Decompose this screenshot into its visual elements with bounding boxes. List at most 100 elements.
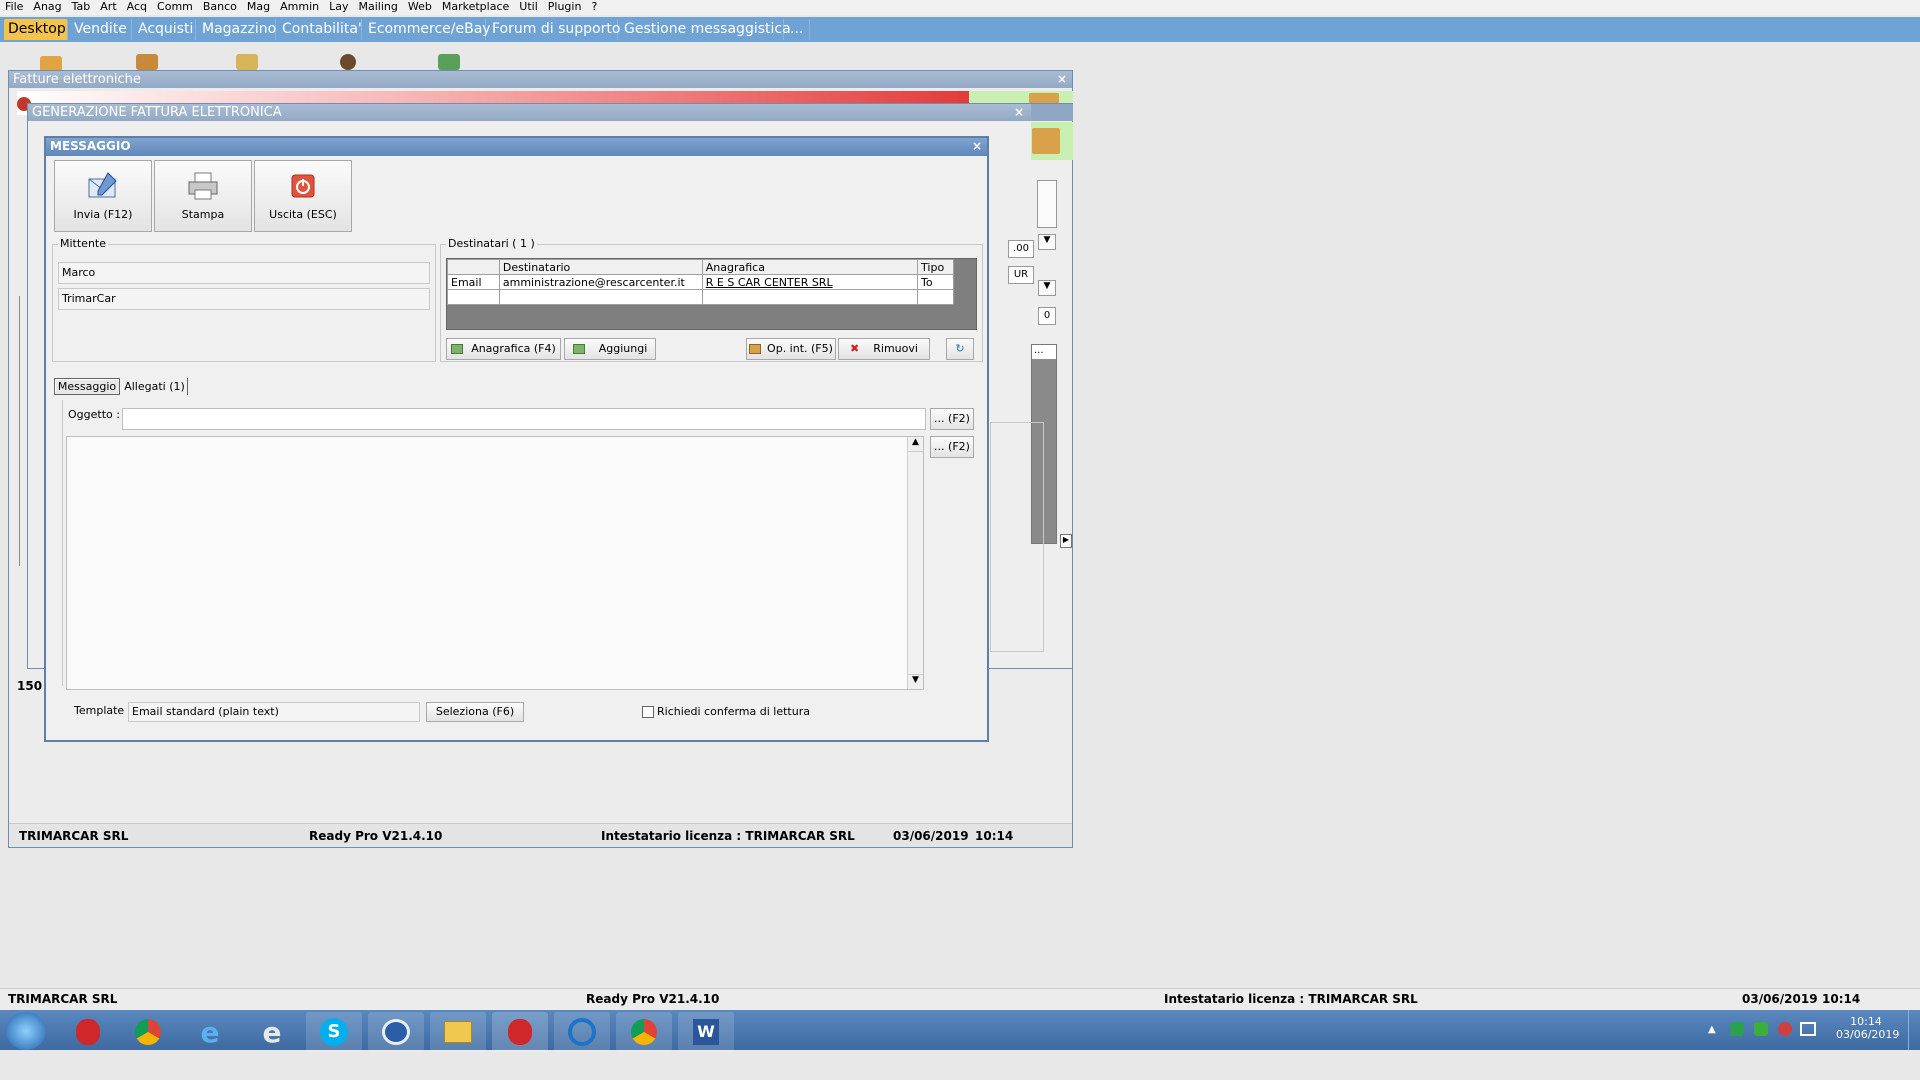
tab-contabilita[interactable]: Contabilita' [278,19,362,40]
generazione-close-button[interactable]: × [1014,104,1024,121]
tray-expand-icon[interactable]: ▲ [1708,1024,1716,1035]
tab-messaggistica[interactable]: Gestione messaggistica [620,19,791,40]
taskbar-app-edge[interactable]: e [244,1012,300,1052]
desktop-shortcut-icon[interactable] [236,54,258,70]
taskbar-app-explorer[interactable] [430,1012,486,1052]
read-receipt-label: Richiedi conferma di lettura [657,705,810,718]
scroll-up-icon[interactable]: ▲ [908,437,923,452]
column-header-tipo[interactable]: Tipo [917,259,954,275]
outer-status-license: Intestatario licenza : TRIMARCAR SRL [1164,992,1418,1006]
menu-mag[interactable]: Mag [242,0,275,13]
recipient-type[interactable]: To [917,274,954,290]
tab-more[interactable]: ... [786,19,810,40]
volume-muted-icon[interactable] [1778,1022,1792,1036]
tab-magazzino[interactable]: Magazzino [198,19,276,40]
network-icon[interactable] [1800,1022,1816,1036]
desktop-shortcut-icon[interactable] [340,54,356,70]
menu-plugin[interactable]: Plugin [543,0,587,13]
menu-acq[interactable]: Acq [122,0,152,13]
chevron-down-icon[interactable]: ▼ [1038,280,1056,296]
anagrafica-button[interactable]: Anagrafica (F4) [446,338,561,360]
taskbar-app-skype[interactable]: S [306,1012,362,1052]
exit-button[interactable]: Uscita (ESC) [254,160,352,232]
aggiungi-button[interactable]: Aggiungi [564,338,656,360]
table-row-empty[interactable] [447,289,954,305]
table-row[interactable]: Email amministrazione@rescarcenter.it R … [447,274,954,290]
show-desktop-button[interactable] [1908,1010,1920,1050]
remove-x-icon: ✖ [850,342,860,355]
right-scroll-widget[interactable] [1037,180,1057,228]
clock-date: 03/06/2019 [1836,1028,1900,1041]
taskbar-app-ie[interactable]: e [182,1012,238,1052]
taskbar-app-strawberry[interactable] [60,1012,116,1052]
taskbar-app-word[interactable]: W [678,1012,734,1052]
start-button[interactable] [6,1012,46,1050]
taskbar-clock[interactable]: 10:14 03/06/2019 [1836,1015,1900,1041]
outer-status-time: 10:14 [1822,992,1861,1006]
taskbar-app-ccleaner[interactable] [554,1012,610,1052]
body-lookup-button[interactable]: ... (F2) [930,436,974,458]
menu-banco[interactable]: Banco [198,0,242,13]
taskbar-app-chrome-2[interactable] [616,1012,672,1052]
recipient-anagrafica-link[interactable]: R E S CAR CENTER SRL [701,274,919,290]
refresh-button[interactable]: ↻ [946,338,974,360]
taskbar-app-thunderbird[interactable] [368,1012,424,1052]
menu-web[interactable]: Web [403,0,437,13]
tab-allegati[interactable]: Allegati (1) [122,378,188,395]
messaggio-close-button[interactable]: × [972,138,982,155]
taskbar-app-readypro[interactable] [492,1012,548,1052]
add-card-icon [451,344,464,354]
taskbar-app-chrome[interactable] [120,1012,176,1052]
outer-status-date: 03/06/2019 [1742,992,1818,1006]
tab-vendite[interactable]: Vendite [70,19,132,40]
menu-util[interactable]: Util [514,0,542,13]
tab-forum[interactable]: Forum di supporto [488,19,620,40]
rimuovi-button[interactable]: ✖ Rimuovi [838,338,930,360]
select-template-button[interactable]: Seleziona (F6) [426,702,524,722]
menu-tab[interactable]: Tab [67,0,96,13]
antivirus-icon[interactable] [1754,1022,1768,1036]
tab-messaggio[interactable]: Messaggio [54,378,120,395]
operator-icon [749,344,762,354]
menu-mailing[interactable]: Mailing [354,0,403,13]
desktop-shortcut-icon[interactable] [438,54,460,70]
opint-button[interactable]: Op. int. (F5) [746,338,836,360]
destinatari-grid: Destinatario Anagrafica Tipo Email ammin… [446,258,977,330]
fatture-close-button[interactable]: × [1057,71,1067,88]
menu-comm[interactable]: Comm [152,0,198,13]
menu-lay[interactable]: Lay [324,0,353,13]
recipient-channel[interactable]: Email [447,274,500,290]
chevron-down-icon[interactable]: ▼ [1038,234,1056,250]
mittente-name-field[interactable]: Marco [58,262,430,284]
send-button[interactable]: Invia (F12) [54,160,152,232]
security-shield-icon[interactable] [1730,1022,1744,1036]
column-header-anagrafica[interactable]: Anagrafica [701,259,919,275]
oggetto-input[interactable] [122,408,926,430]
menu-marketplace[interactable]: Marketplace [437,0,514,13]
anagrafica-button-label: Anagrafica (F4) [471,342,556,355]
outer-status-version: Ready Pro V21.4.10 [586,992,720,1006]
read-receipt-checkbox[interactable] [642,706,654,718]
template-field[interactable]: Email standard (plain text) [128,702,420,722]
menu-art[interactable]: Art [95,0,121,13]
mittente-company-field[interactable]: TrimarCar [58,288,430,310]
exit-button-label: Uscita (ESC) [269,208,337,221]
scroll-down-icon[interactable]: ▼ [908,674,923,689]
message-body-scrollbar[interactable]: ▲ ▼ [907,437,923,689]
messaggio-title: MESSAGGIO [50,139,131,153]
recipient-address[interactable]: amministrazione@rescarcenter.it [498,274,703,290]
menu-ammin[interactable]: Ammin [275,0,324,13]
print-button[interactable]: Stampa [154,160,252,232]
grid-ellipsis[interactable]: ... [1032,345,1056,359]
desktop-shortcut-icon[interactable] [136,54,158,70]
menu-help[interactable]: ? [586,0,602,13]
tab-ecommerce[interactable]: Ecommerce/eBay [364,19,491,40]
menu-file[interactable]: File [0,0,28,13]
tab-desktop[interactable]: Desktop [4,19,68,40]
oggetto-lookup-button[interactable]: ... (F2) [930,408,974,430]
menu-anag[interactable]: Anag [28,0,66,13]
chevron-right-icon[interactable]: ▶ [1060,534,1072,548]
tab-acquisti[interactable]: Acquisti [134,19,196,40]
message-body-textarea[interactable]: ▲ ▼ [66,436,924,690]
column-header-destinatario[interactable]: Destinatario [498,259,703,275]
